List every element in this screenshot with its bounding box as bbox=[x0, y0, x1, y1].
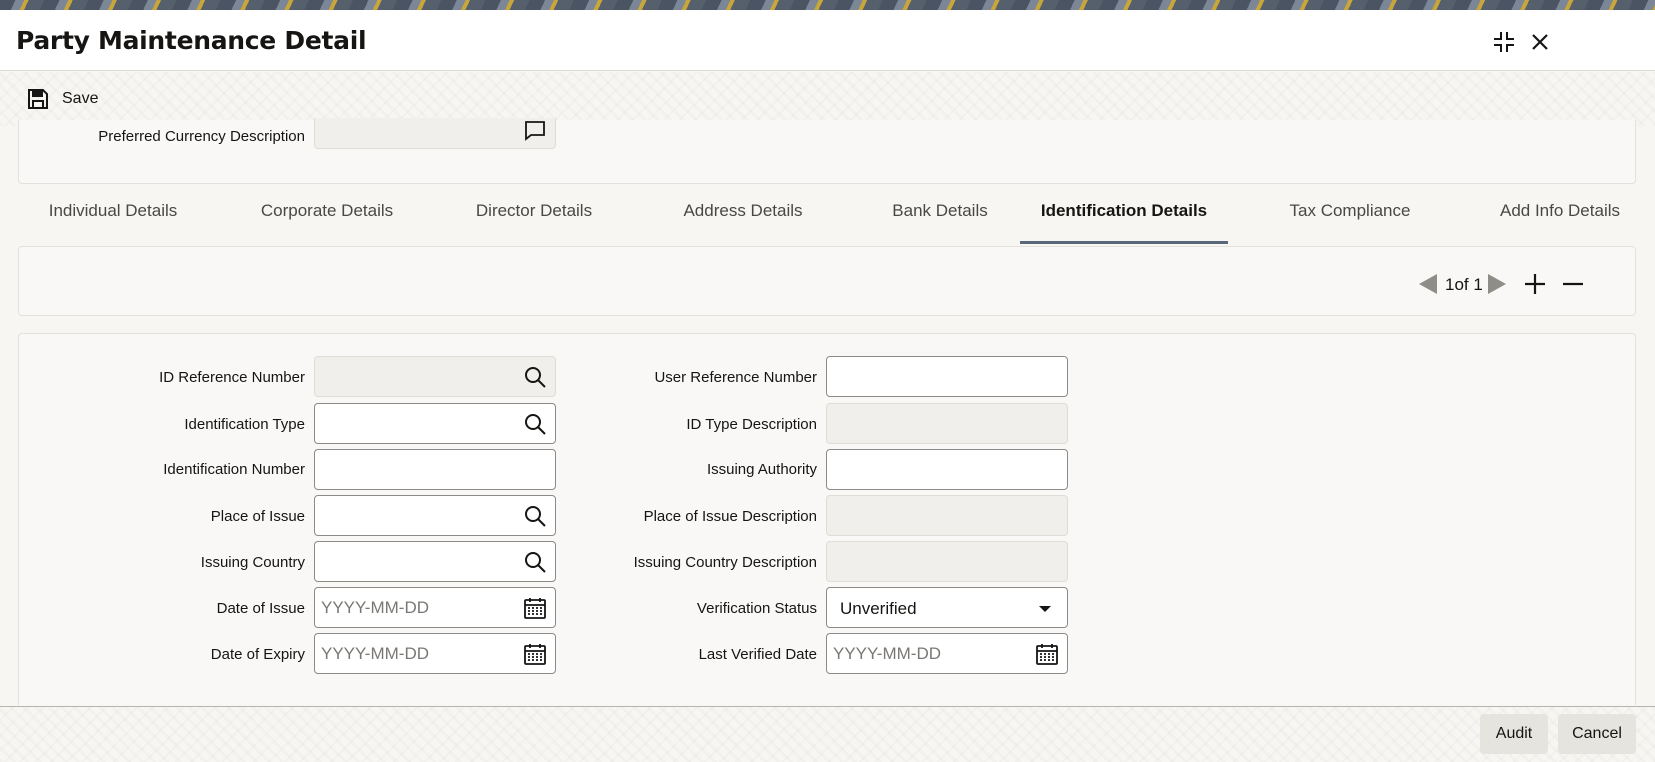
delete-record-icon[interactable] bbox=[1561, 272, 1585, 296]
place-of-issue-description-input[interactable] bbox=[827, 496, 1067, 535]
tab-director-details[interactable]: Director Details bbox=[448, 198, 620, 244]
tab-add-info-details[interactable]: Add Info Details bbox=[1475, 198, 1645, 244]
date-of-expiry-field[interactable] bbox=[314, 633, 556, 674]
tab-tax-compliance[interactable]: Tax Compliance bbox=[1270, 198, 1430, 244]
search-icon[interactable] bbox=[523, 412, 547, 436]
last-verified-date-field[interactable] bbox=[826, 633, 1068, 674]
verification-status-label: Verification Status bbox=[696, 600, 817, 617]
issuing-country-field[interactable] bbox=[314, 541, 556, 582]
date-of-expiry-label: Date of Expiry bbox=[210, 646, 305, 663]
issuing-country-description-label: Issuing Country Description bbox=[633, 554, 817, 571]
id-type-description-field[interactable] bbox=[826, 403, 1068, 444]
close-icon[interactable] bbox=[1526, 28, 1554, 56]
identification-number-input[interactable] bbox=[315, 450, 555, 489]
id-type-description-input[interactable] bbox=[827, 404, 1067, 443]
user-reference-number-label: User Reference Number bbox=[654, 369, 817, 386]
id-reference-number-field[interactable] bbox=[314, 356, 556, 397]
cancel-button[interactable]: Cancel bbox=[1558, 714, 1636, 754]
next-record-icon[interactable] bbox=[1486, 273, 1508, 295]
caret-down-icon bbox=[1033, 596, 1057, 620]
identification-number-field[interactable] bbox=[314, 449, 556, 490]
place-of-issue-label: Place of Issue bbox=[210, 508, 305, 525]
add-record-icon[interactable] bbox=[1523, 272, 1547, 296]
search-icon[interactable] bbox=[523, 365, 547, 389]
of-label: of bbox=[1454, 275, 1469, 294]
date-of-issue-input[interactable] bbox=[315, 588, 555, 627]
verification-status-select[interactable]: Unverified bbox=[826, 587, 1068, 628]
place-of-issue-field[interactable] bbox=[314, 495, 556, 536]
floppy-disk-icon bbox=[28, 89, 48, 109]
id-type-description-label: ID Type Description bbox=[686, 416, 817, 433]
id-reference-number-label: ID Reference Number bbox=[159, 369, 305, 386]
issuing-country-label: Issuing Country bbox=[200, 554, 305, 571]
place-of-issue-description-label: Place of Issue Description bbox=[643, 508, 817, 525]
calendar-icon[interactable] bbox=[523, 642, 547, 666]
tab-bank-details[interactable]: Bank Details bbox=[858, 198, 1022, 244]
record-counter: 1of 1 bbox=[1445, 275, 1483, 295]
save-label: Save bbox=[62, 90, 99, 107]
calendar-icon[interactable] bbox=[1035, 642, 1059, 666]
calendar-icon[interactable] bbox=[523, 596, 547, 620]
user-reference-number-input[interactable] bbox=[827, 357, 1067, 396]
identification-type-label: Identification Type bbox=[184, 416, 305, 433]
audit-button[interactable]: Audit bbox=[1480, 714, 1548, 754]
identification-form-panel: ID Reference Number Identification Type … bbox=[18, 333, 1636, 705]
identification-number-label: Identification Number bbox=[163, 461, 305, 478]
footer-bar: Audit Cancel bbox=[0, 706, 1655, 762]
tab-individual-details[interactable]: Individual Details bbox=[28, 198, 198, 244]
id-reference-number-input[interactable] bbox=[315, 357, 555, 396]
verification-status-value: Unverified bbox=[840, 599, 917, 618]
issuing-country-description-input[interactable] bbox=[827, 542, 1067, 581]
date-of-expiry-input[interactable] bbox=[315, 634, 555, 673]
search-icon[interactable] bbox=[523, 504, 547, 528]
issuing-authority-field[interactable] bbox=[826, 449, 1068, 490]
date-of-issue-field[interactable] bbox=[314, 587, 556, 628]
window-header: Party Maintenance Detail bbox=[0, 10, 1655, 71]
issuing-country-description-field[interactable] bbox=[826, 541, 1068, 582]
total-records: 1 bbox=[1473, 275, 1483, 294]
identification-type-input[interactable] bbox=[315, 404, 555, 443]
search-icon[interactable] bbox=[523, 550, 547, 574]
place-of-issue-input[interactable] bbox=[315, 496, 555, 535]
toolbar: Save bbox=[0, 72, 1655, 126]
window-title: Party Maintenance Detail bbox=[16, 26, 367, 55]
preferred-currency-description-input[interactable] bbox=[315, 118, 555, 148]
previous-record-icon[interactable] bbox=[1417, 273, 1439, 295]
preferred-currency-description-field[interactable] bbox=[314, 118, 556, 149]
issuing-country-input[interactable] bbox=[315, 542, 555, 581]
tab-corporate-details[interactable]: Corporate Details bbox=[238, 198, 416, 244]
tab-address-details[interactable]: Address Details bbox=[658, 198, 828, 244]
comment-icon[interactable] bbox=[523, 118, 547, 142]
record-navigation-panel: 1of 1 bbox=[18, 246, 1636, 316]
last-verified-date-input[interactable] bbox=[827, 634, 1067, 673]
user-reference-number-field[interactable] bbox=[826, 356, 1068, 397]
issuing-authority-label: Issuing Authority bbox=[706, 461, 817, 478]
identification-type-field[interactable] bbox=[314, 403, 556, 444]
place-of-issue-description-field[interactable] bbox=[826, 495, 1068, 536]
party-info-panel: Preferred Currency Description bbox=[18, 118, 1636, 184]
decorative-banner bbox=[0, 0, 1655, 10]
date-of-issue-label: Date of Issue bbox=[216, 600, 305, 617]
tab-bar: Individual Details Corporate Details Dir… bbox=[0, 198, 1655, 244]
maximize-icon[interactable] bbox=[1490, 28, 1518, 56]
issuing-authority-input[interactable] bbox=[827, 450, 1067, 489]
last-verified-date-label: Last Verified Date bbox=[698, 646, 817, 663]
tab-identification-details[interactable]: Identification Details bbox=[1020, 198, 1228, 244]
preferred-currency-description-label: Preferred Currency Description bbox=[98, 128, 305, 145]
save-button[interactable]: Save bbox=[26, 87, 98, 111]
